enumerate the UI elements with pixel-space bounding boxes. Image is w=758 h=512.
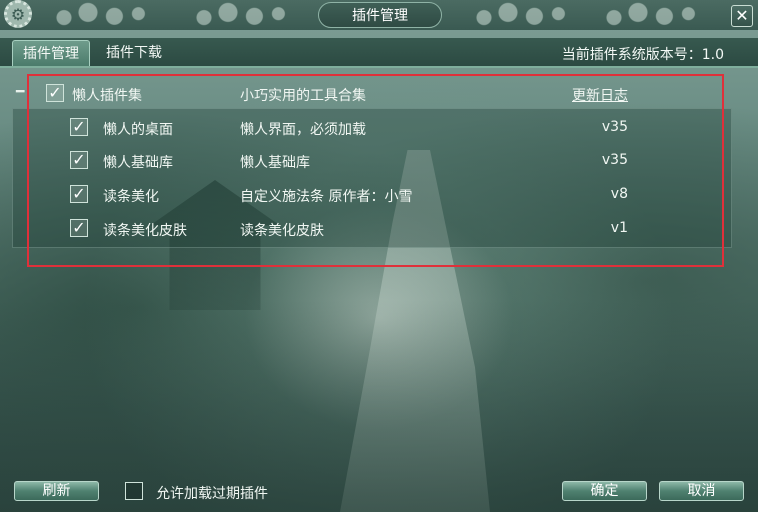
refresh-button[interactable]: 刷新 [14, 481, 99, 501]
plugin-version: v35 [601, 119, 628, 135]
gear-icon: ⚙ [4, 0, 32, 28]
plugin-version: v35 [601, 152, 628, 168]
allow-expired-checkbox[interactable] [125, 482, 143, 500]
cancel-button[interactable]: 取消 [659, 481, 744, 501]
plugin-description: 自定义施法条 原作者：小雪 [240, 189, 413, 205]
tab-plugin-manage[interactable]: 插件管理 [12, 40, 90, 66]
cloud-ornament [460, 2, 580, 28]
plugin-version: v1 [610, 220, 628, 236]
plugin-group-row: ✓ 懒人插件集 小巧实用的工具合集 更新日志 [0, 82, 758, 106]
plugin-name: 读条美化皮肤 [103, 223, 187, 239]
cloud-ornament [590, 2, 710, 28]
cloud-ornament [40, 2, 160, 28]
version-info: 当前插件系统版本号：1.0 [561, 47, 724, 63]
plugin-checkbox[interactable]: ✓ [70, 185, 88, 203]
plugin-name: 读条美化 [103, 189, 159, 205]
changelog-link[interactable]: 更新日志 [572, 85, 628, 105]
plugin-description: 懒人基础库 [240, 155, 310, 171]
allow-expired-label: 允许加载过期插件 [156, 486, 268, 502]
plugin-description: 懒人界面，必须加载 [240, 122, 366, 138]
plugin-checkbox[interactable]: ✓ [70, 118, 88, 136]
plugin-row: ✓ 读条美化 自定义施法条 原作者：小雪 v8 [0, 183, 758, 207]
title-bar: ⚙ 插件管理 ✕ [0, 0, 758, 30]
group-checkbox[interactable]: ✓ [46, 84, 64, 102]
plugin-description: 读条美化皮肤 [240, 223, 324, 239]
confirm-button[interactable]: 确定 [562, 481, 647, 501]
plugin-checkbox[interactable]: ✓ [70, 151, 88, 169]
tab-strip: 插件管理 插件下载 当前插件系统版本号：1.0 [0, 38, 758, 68]
plugin-row: ✓ 读条美化皮肤 读条美化皮肤 v1 [0, 217, 758, 241]
group-description: 小巧实用的工具合集 [240, 88, 366, 104]
plugin-name: 懒人的桌面 [103, 122, 173, 138]
group-name: 懒人插件集 [72, 88, 142, 104]
cloud-ornament [180, 2, 300, 28]
plugin-row: ✓ 懒人的桌面 懒人界面，必须加载 v35 [0, 116, 758, 140]
plugin-checkbox[interactable]: ✓ [70, 219, 88, 237]
plugin-name: 懒人基础库 [103, 155, 173, 171]
window-title: 插件管理 [318, 2, 442, 28]
tab-plugin-download[interactable]: 插件下载 [96, 40, 172, 66]
plugin-row: ✓ 懒人基础库 懒人基础库 v35 [0, 149, 758, 173]
close-button[interactable]: ✕ [731, 5, 753, 27]
plugin-version: v8 [610, 186, 628, 202]
